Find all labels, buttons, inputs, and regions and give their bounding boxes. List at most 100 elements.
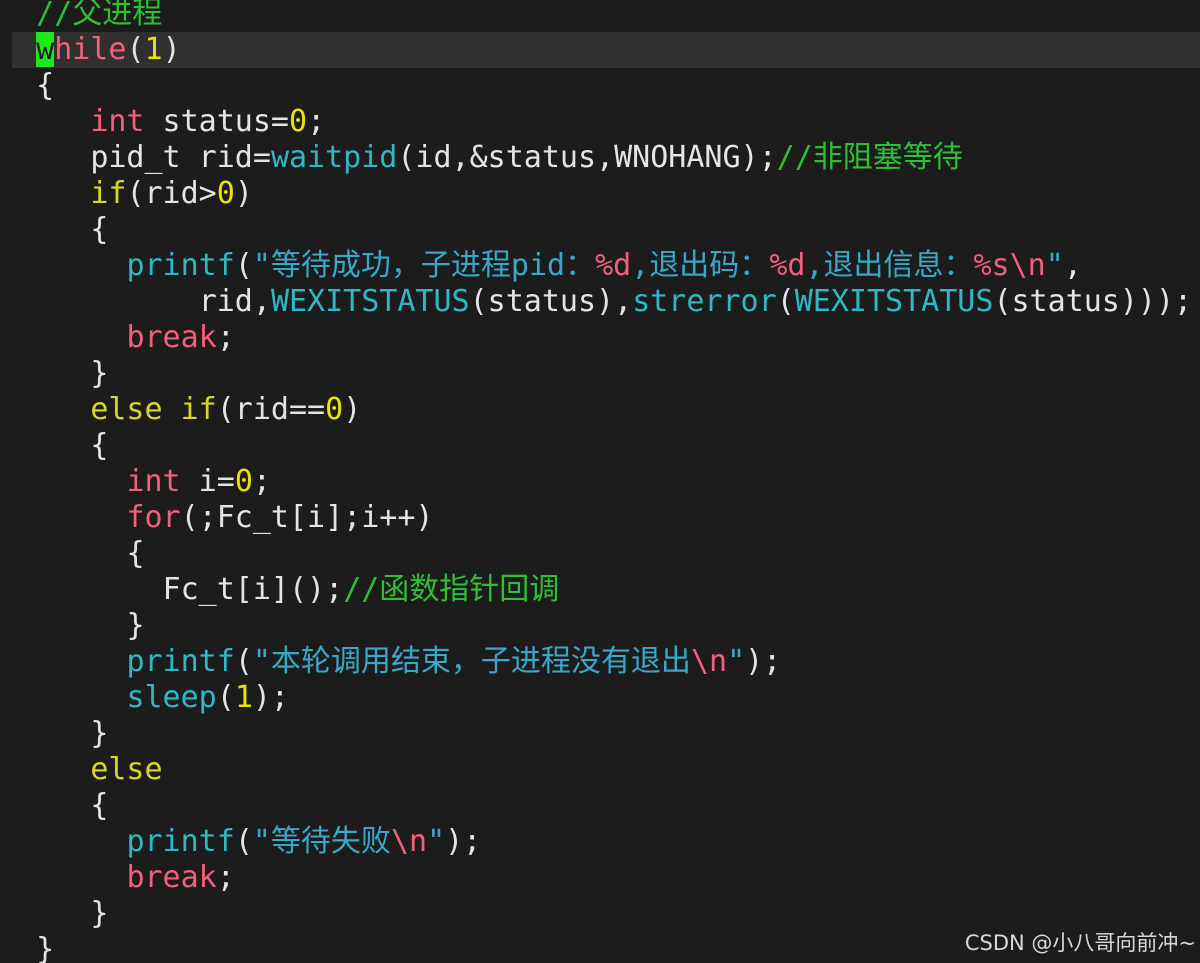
code-token: ,退出码： [631,248,770,283]
code-token: rid, [198,284,271,319]
code-line[interactable]: int status=0; [0,104,325,140]
code-token: pid_t rid= [90,140,271,175]
code-token: ; [216,320,235,355]
code-line[interactable]: printf("等待成功，子进程pid：%d,退出码：%d,退出信息：%s\n"… [0,248,1082,284]
code-line[interactable]: else [0,752,162,788]
code-line[interactable]: for(;Fc_t[i];i++) [0,500,434,536]
code-token: status= [144,104,289,139]
code-token: 0 [216,176,235,211]
code-token: "等待失败 [252,824,391,859]
code-line[interactable]: } [0,716,108,752]
code-token: } [126,608,145,643]
code-token: } [36,932,55,963]
code-line[interactable]: { [0,428,108,464]
code-token: (rid== [216,392,326,427]
code-token: if [90,176,127,211]
code-line[interactable]: Fc_t[i]();//函数指针回调 [0,572,560,608]
code-token: { [90,428,109,463]
code-token: %d [595,248,632,283]
code-token: } [90,896,109,931]
code-line[interactable]: } [0,932,54,963]
code-token: ( [234,644,253,679]
code-token: WEXITSTATUS [270,284,470,319]
code-token: i= [180,464,235,499]
code-line[interactable]: } [0,896,108,932]
code-line[interactable]: break; [0,320,235,356]
code-line[interactable]: else if(rid==0) [0,392,361,428]
code-token: " [1045,248,1064,283]
code-token: 0 [325,392,344,427]
code-token: (status))); [993,284,1193,319]
code-token: ; [307,104,326,139]
code-line[interactable]: sleep(1); [0,680,289,716]
code-line[interactable]: { [0,536,145,572]
code-token: 1 [144,32,163,67]
code-token: \n [690,644,728,679]
code-token: break [126,320,217,355]
code-line[interactable]: printf("本轮调用结束，子进程没有退出\n"); [0,644,781,680]
code-token: %s\n [973,248,1046,283]
code-token: { [90,788,109,823]
code-line[interactable]: //父进程 [0,0,162,32]
code-token: 0 [289,104,308,139]
code-token: ( [216,680,235,715]
text-cursor: w [36,32,55,67]
code-token: //非阻塞等待 [776,140,963,175]
code-token: int [90,104,145,139]
code-line-current[interactable]: while(1) [12,32,1200,68]
code-token: for [126,500,181,535]
code-token: (status), [469,284,633,319]
code-line[interactable]: int i=0; [0,464,271,500]
code-token: ( [126,32,145,67]
code-line[interactable]: } [0,608,145,644]
code-line[interactable]: if(rid>0) [0,176,253,212]
code-token: "等待成功，子进程pid： [252,248,596,283]
code-token: ( [234,824,253,859]
code-token: 0 [234,464,253,499]
code-line[interactable]: printf("等待失败\n"); [0,824,481,860]
code-token: ; [216,860,235,895]
code-token: { [36,68,55,103]
code-token: waitpid [270,140,398,175]
code-token: ); [445,824,482,859]
code-token: { [90,212,109,247]
watermark: CSDN @小八哥向前冲~ [964,931,1196,955]
code-token: sleep [126,680,217,715]
code-token: printf [126,644,235,679]
code-token: ) [234,176,253,211]
code-token: else if [90,392,217,427]
code-token: , [1063,248,1082,283]
code-editor[interactable]: //父进程 while(1) { int status=0; pid_t rid… [0,0,1200,963]
code-token: ); [745,644,782,679]
code-line[interactable]: break; [0,860,235,896]
code-line[interactable]: { [0,68,54,104]
code-token: printf [126,248,235,283]
code-line[interactable]: pid_t rid=waitpid(id,&status,WNOHANG);//… [0,140,963,176]
code-token: (;Fc_t[i];i++) [180,500,434,535]
code-token: printf [126,824,235,859]
code-token: ; [252,464,271,499]
code-line[interactable]: rid,WEXITSTATUS(status),strerror(WEXITST… [0,284,1192,320]
code-line[interactable]: } [0,356,108,392]
code-token: //父进程 [36,0,163,31]
code-token: (id,&status,WNOHANG); [397,140,777,175]
code-line[interactable]: { [0,788,108,824]
code-line[interactable]: { [0,212,108,248]
code-token: { [126,536,145,571]
code-token: int [126,464,181,499]
